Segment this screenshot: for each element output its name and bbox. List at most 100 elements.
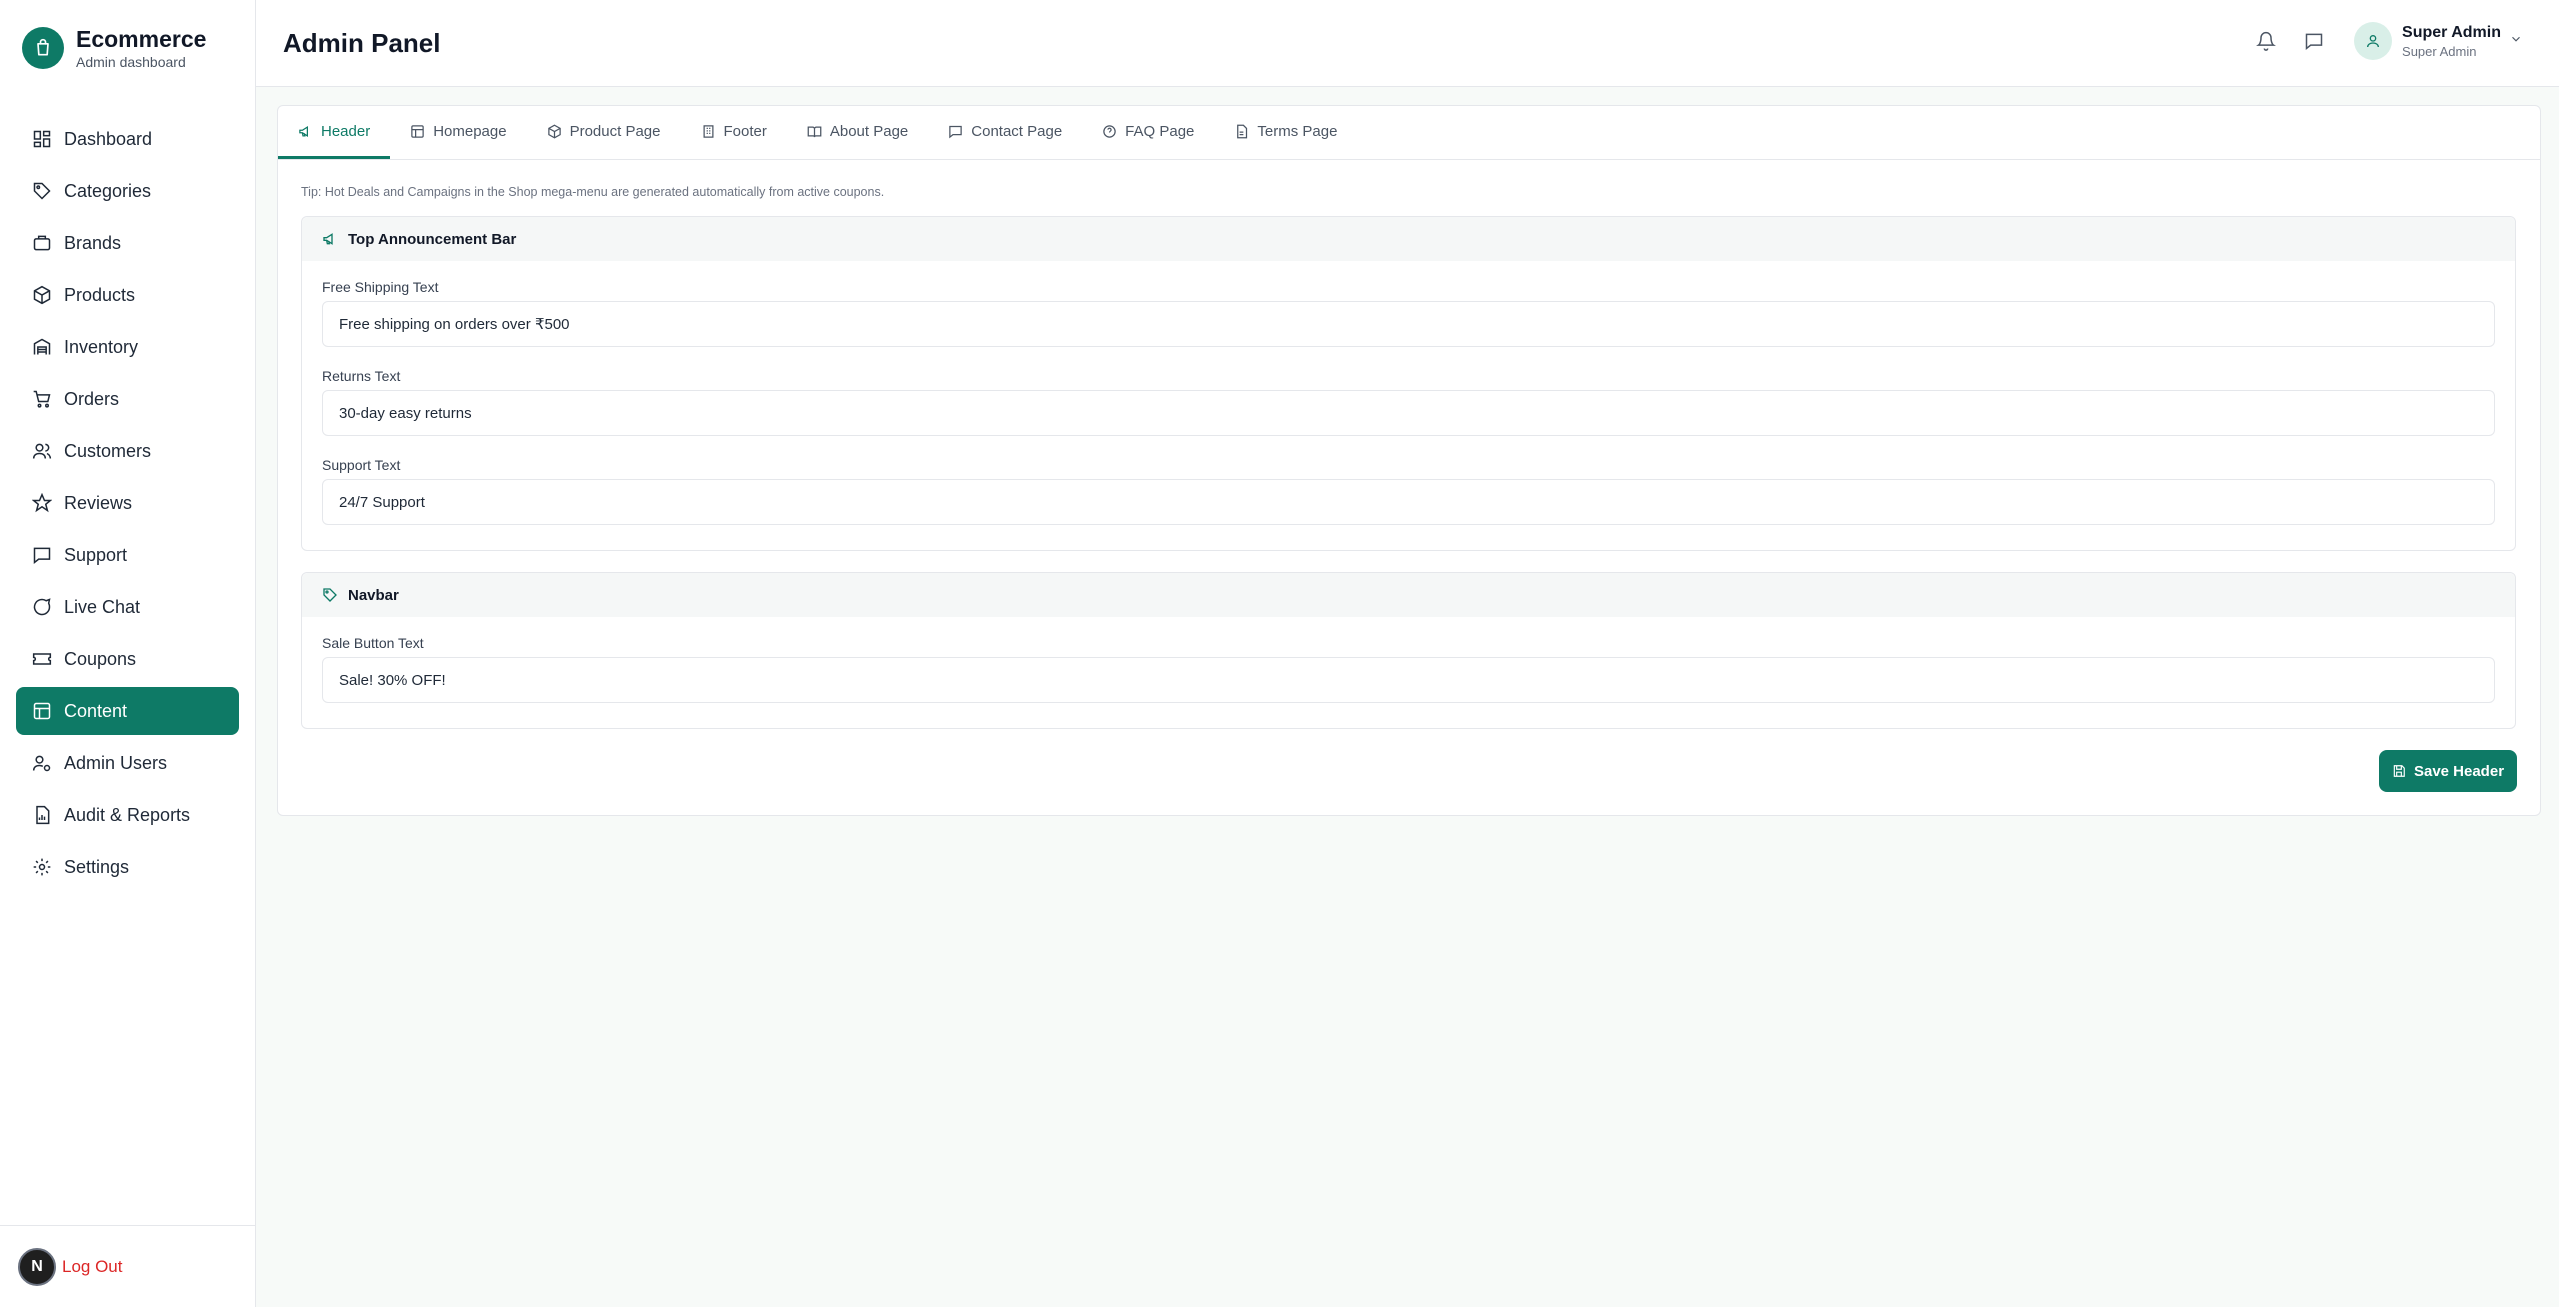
tag-icon [32, 181, 52, 201]
users-icon [32, 441, 52, 461]
support-input[interactable] [322, 479, 2495, 525]
navbar-section: Navbar Sale Button Text [301, 572, 2516, 729]
sidebar-item-support[interactable]: Support [16, 531, 239, 579]
building-icon [701, 124, 716, 139]
section-header: Top Announcement Bar [302, 217, 2515, 261]
section-title: Navbar [348, 586, 399, 604]
sidebar-item-dashboard[interactable]: Dashboard [16, 115, 239, 163]
avatar: N [18, 1247, 56, 1286]
dashboard-icon [32, 129, 52, 149]
message-square-icon [948, 124, 963, 139]
ticket-icon [32, 649, 52, 669]
help-circle-icon [1102, 124, 1117, 139]
tab-label: Product Page [569, 123, 661, 140]
brand-title: Ecommerce [76, 26, 207, 52]
sidebar-item-admin-users[interactable]: Admin Users [16, 739, 239, 787]
sidebar-item-label: Live Chat [64, 596, 141, 617]
tab-homepage[interactable]: Homepage [390, 106, 526, 159]
box-icon [32, 285, 52, 305]
brand[interactable]: Ecommerce Admin dashboard [22, 26, 206, 70]
sidebar-item-inventory[interactable]: Inventory [16, 323, 239, 371]
sidebar-item-settings[interactable]: Settings [16, 843, 239, 891]
sidebar-item-brands[interactable]: Brands [16, 219, 239, 267]
sidebar-item-coupons[interactable]: Coupons [16, 635, 239, 683]
sidebar-item-label: Audit & Reports [64, 804, 191, 825]
user-name: Super Admin [2402, 23, 2501, 41]
tab-about-page[interactable]: About Page [787, 106, 928, 159]
box-icon [547, 124, 562, 139]
sidebar-item-label: Content [64, 700, 128, 721]
page-title: Admin Panel [283, 28, 441, 58]
message-circle-icon [32, 597, 52, 617]
tag-icon [322, 587, 338, 603]
sidebar-item-label: Orders [64, 388, 120, 409]
tip-text: Tip: Hot Deals and Campaigns in the Shop… [301, 185, 885, 199]
sidebar-item-label: Coupons [64, 648, 137, 669]
file-text-icon [1234, 124, 1249, 139]
tab-faq-page[interactable]: FAQ Page [1082, 106, 1214, 159]
user-avatar[interactable] [2354, 22, 2393, 60]
sidebar-item-label: Dashboard [64, 128, 153, 149]
user-cog-icon [32, 753, 52, 773]
logout-button[interactable]: Log Out [62, 1257, 123, 1277]
brand-subtitle: Admin dashboard [76, 54, 186, 70]
megaphone-icon [298, 124, 313, 139]
tab-label: Homepage [433, 123, 507, 140]
sidebar-item-live-chat[interactable]: Live Chat [16, 583, 239, 631]
tab-terms-page[interactable]: Terms Page [1214, 106, 1357, 159]
cart-icon [32, 389, 52, 409]
warehouse-icon [32, 337, 52, 357]
sidebar-item-content[interactable]: Content [16, 687, 239, 735]
topbar: Admin Panel Super Admin Super Admin [256, 0, 2559, 87]
sidebar-item-categories[interactable]: Categories [16, 167, 239, 215]
star-icon [32, 493, 52, 513]
sale-button-label: Sale Button Text [322, 635, 424, 651]
sidebar-item-label: Inventory [64, 336, 139, 357]
sidebar-item-label: Admin Users [64, 752, 168, 773]
briefcase-icon [32, 233, 52, 253]
support-label: Support Text [322, 457, 401, 473]
tab-label: FAQ Page [1125, 123, 1195, 140]
tab-label: Terms Page [1257, 123, 1338, 140]
sidebar-item-audit-reports[interactable]: Audit & Reports [16, 791, 239, 839]
sidebar-item-label: Support [64, 544, 128, 565]
save-icon [2392, 764, 2406, 778]
content-card: Header Homepage Product Page Footer Abou… [277, 105, 2541, 816]
sidebar-item-label: Settings [64, 856, 130, 877]
content-tabs: Header Homepage Product Page Footer Abou… [278, 106, 2540, 160]
sidebar-item-label: Customers [64, 440, 152, 461]
layout-icon [32, 701, 52, 721]
tab-header[interactable]: Header [278, 106, 391, 159]
tab-label: Footer [723, 123, 767, 140]
chevron-down-icon[interactable] [2509, 32, 2523, 51]
section-title: Top Announcement Bar [348, 230, 517, 248]
tab-footer[interactable]: Footer [681, 106, 787, 159]
gear-icon [32, 857, 52, 877]
sidebar-item-customers[interactable]: Customers [16, 427, 239, 475]
user-menu[interactable]: Super Admin Super Admin [2402, 24, 2501, 59]
sidebar-item-label: Categories [64, 180, 152, 201]
message-icon[interactable] [2300, 27, 2328, 55]
shopping-bag-icon [22, 27, 64, 69]
tab-label: About Page [829, 123, 909, 140]
save-header-button[interactable]: Save Header [2379, 750, 2517, 792]
topbar-actions: Super Admin Super Admin [2252, 22, 2523, 60]
save-button-label: Save Header [2413, 762, 2505, 780]
sidebar-item-orders[interactable]: Orders [16, 375, 239, 423]
returns-input[interactable] [322, 390, 2495, 436]
sidebar: Ecommerce Admin dashboard Dashboard Cate… [0, 0, 256, 1307]
sale-button-input[interactable] [322, 657, 2495, 703]
tab-product-page[interactable]: Product Page [527, 106, 681, 159]
sidebar-item-reviews[interactable]: Reviews [16, 479, 239, 527]
section-header: Navbar [302, 573, 2515, 617]
sidebar-footer: N Log Out [0, 1225, 256, 1307]
bell-icon[interactable] [2252, 27, 2280, 55]
free-shipping-label: Free Shipping Text [322, 279, 439, 295]
tab-label: Header [321, 122, 371, 140]
layout-icon [410, 124, 425, 139]
returns-label: Returns Text [322, 368, 401, 384]
sidebar-item-products[interactable]: Products [16, 271, 239, 319]
tab-contact-page[interactable]: Contact Page [928, 106, 1082, 159]
free-shipping-input[interactable] [322, 301, 2495, 347]
message-square-icon [32, 545, 52, 565]
